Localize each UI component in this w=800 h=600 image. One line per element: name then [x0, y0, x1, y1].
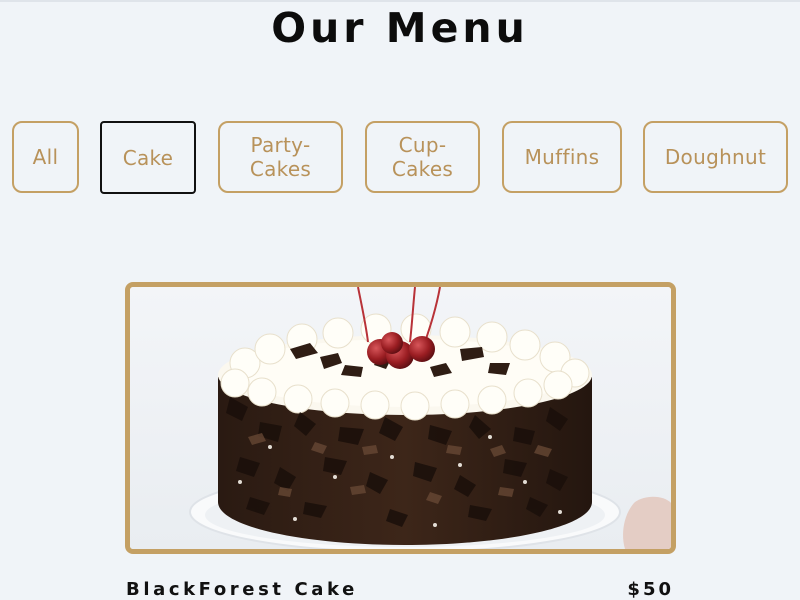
filter-all-button[interactable]: All: [12, 121, 79, 193]
filter-muffins-label: Muffins: [524, 145, 600, 169]
filter-cup-cakes-button[interactable]: Cup- Cakes: [365, 121, 480, 193]
menu-page: Our Menu All Cake Party- Cakes Cup- Cake…: [0, 0, 800, 600]
filter-party-cakes-button[interactable]: Party- Cakes: [218, 121, 343, 193]
filter-cake-button[interactable]: Cake: [100, 121, 196, 194]
black-forest-cake-image: [130, 287, 671, 549]
filter-doughnut-button[interactable]: Doughnut: [643, 121, 788, 193]
product-card-image-frame[interactable]: [125, 282, 676, 554]
category-filter-bar: All Cake Party- Cakes Cup- Cakes Muffins…: [0, 0, 800, 200]
filter-cake-label: Cake: [122, 145, 174, 170]
filter-all-label: All: [32, 145, 59, 169]
filter-muffins-button[interactable]: Muffins: [502, 121, 622, 193]
filter-cup-cakes-label: Cup- Cakes: [391, 133, 454, 181]
filter-party-cakes-label: Party- Cakes: [249, 133, 312, 181]
filter-doughnut-label: Doughnut: [664, 145, 767, 169]
product-price: $50: [627, 579, 674, 600]
product-name: BlackForest Cake: [126, 579, 358, 600]
